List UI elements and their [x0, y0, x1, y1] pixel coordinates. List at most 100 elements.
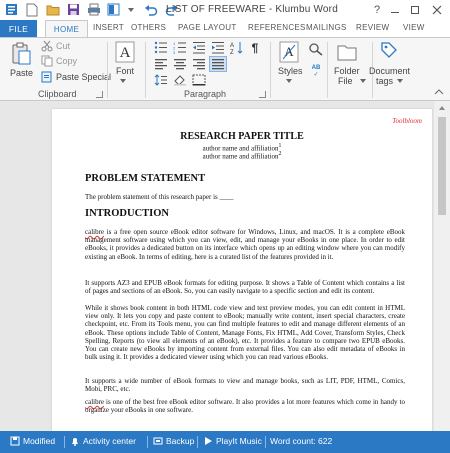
spelling-error[interactable]: calibre: [85, 398, 104, 406]
pilcrow-icon[interactable]: ¶: [249, 41, 261, 54]
align-center-icon[interactable]: [173, 58, 187, 70]
justify-icon[interactable]: [209, 56, 227, 72]
paragraph-group-label: Paragraph: [184, 89, 227, 99]
scroll-thumb[interactable]: [438, 117, 446, 215]
ribbon-divider: [327, 42, 328, 98]
scroll-up-icon[interactable]: [438, 105, 446, 111]
svg-text:✓: ✓: [313, 72, 318, 78]
document-tags-button[interactable]: Document: [369, 66, 410, 76]
copy-icon[interactable]: [41, 55, 53, 67]
document-tags-sub-label: tags: [376, 76, 394, 86]
paste-special-button[interactable]: Paste Special: [56, 72, 111, 82]
folder-icon[interactable]: [337, 42, 357, 62]
maximize-icon[interactable]: [408, 3, 422, 17]
introduction-heading: INTRODUCTION: [85, 208, 170, 219]
problem-heading: PROBLEM STATEMENT: [85, 173, 206, 184]
bullet-list-icon[interactable]: [154, 41, 168, 54]
paste-special-icon[interactable]: [41, 71, 53, 83]
intro-paragraph-1: calibre is a free open source eBook edit…: [85, 228, 405, 261]
cut-button[interactable]: Cut: [56, 41, 70, 51]
intro-paragraph-5: calibre is one of the best free eBook ed…: [85, 398, 405, 415]
intro-paragraph-2: It supports AZ3 and EPUB eBook formats f…: [85, 279, 405, 296]
cut-icon[interactable]: [41, 40, 53, 52]
status-divider: [147, 436, 148, 448]
align-right-icon[interactable]: [192, 58, 206, 70]
numbered-list-icon[interactable]: 123: [173, 41, 187, 54]
tags-dropdown-icon[interactable]: [396, 78, 404, 84]
author-line-2: author name and affiliation2: [202, 151, 282, 161]
tab-home[interactable]: HOME: [45, 20, 88, 38]
svg-text:¶: ¶: [252, 41, 259, 54]
tag-icon[interactable]: [380, 41, 398, 59]
ribbon-home: Paste Cut Copy Paste Special Clipboard A…: [0, 37, 450, 101]
paragraph-launcher-icon[interactable]: [259, 91, 266, 98]
folder-dropdown-icon[interactable]: [359, 78, 367, 84]
svg-text:A: A: [230, 43, 234, 49]
problem-text: The problem statement of this research p…: [85, 193, 234, 201]
svg-text:Z: Z: [230, 50, 234, 54]
clipboard-launcher-icon[interactable]: [96, 91, 103, 98]
tab-insert[interactable]: INSERT: [93, 23, 124, 32]
shading-icon[interactable]: [173, 74, 187, 86]
tab-others[interactable]: OTHERS: [131, 23, 166, 32]
borders-icon[interactable]: [192, 74, 206, 86]
folder-button[interactable]: Folder: [334, 66, 360, 76]
svg-text:AB: AB: [312, 65, 321, 71]
document-page[interactable]: Toolbloom RESEARCH PAPER TITLE author na…: [52, 109, 432, 431]
status-bar: Modified Activity center Backup PlayIt M…: [0, 431, 450, 453]
copy-button[interactable]: Copy: [56, 56, 77, 66]
modified-status[interactable]: Modified: [10, 436, 55, 446]
styles-button[interactable]: Styles: [278, 66, 303, 76]
document-canvas[interactable]: Toolbloom RESEARCH PAPER TITLE author na…: [0, 101, 434, 431]
minimize-icon[interactable]: [388, 3, 402, 17]
styles-dropdown-icon[interactable]: [285, 78, 293, 84]
tab-review[interactable]: REVIEW: [356, 23, 389, 32]
intro-paragraph-3: While it shows book content in both HTML…: [85, 304, 405, 362]
svg-text:A: A: [120, 45, 131, 61]
help-icon[interactable]: ?: [370, 3, 384, 17]
decrease-indent-icon[interactable]: [192, 41, 206, 54]
backup-icon: [153, 437, 163, 445]
spelling-error[interactable]: calibre: [85, 228, 104, 236]
vertical-scrollbar[interactable]: [434, 101, 450, 431]
tab-view[interactable]: VIEW: [403, 23, 425, 32]
align-left-icon[interactable]: [154, 58, 168, 70]
tab-page-layout[interactable]: PAGE LAYOUT: [178, 23, 237, 32]
tab-references[interactable]: REFERENCES: [248, 23, 306, 32]
font-dropdown-icon[interactable]: [119, 78, 127, 84]
paste-icon[interactable]: [10, 41, 32, 67]
folder-sub-label: File: [338, 76, 353, 86]
find-replace-icon[interactable]: [308, 42, 324, 56]
spell-check-icon[interactable]: AB ✓: [308, 62, 324, 78]
ribbon-divider: [145, 42, 146, 98]
music-player[interactable]: PlayIt Music: [203, 436, 262, 446]
title-bar: LIST OF FREEWARE - Klumbu Word ?: [0, 0, 450, 20]
ribbon-tabs: FILE HOME INSERT OTHERS PAGE LAYOUT REFE…: [0, 20, 450, 38]
ribbon-divider: [270, 42, 271, 98]
watermark: Toolbloom: [392, 117, 422, 125]
increase-indent-icon[interactable]: [211, 41, 225, 54]
status-divider: [197, 436, 198, 448]
tab-file[interactable]: FILE: [0, 20, 37, 37]
activity-center[interactable]: Activity center: [70, 436, 136, 446]
line-spacing-icon[interactable]: [154, 74, 168, 86]
svg-text:3: 3: [173, 50, 176, 54]
bell-icon: [72, 438, 78, 446]
word-count[interactable]: Word count: 622: [270, 436, 332, 446]
status-divider: [265, 436, 266, 448]
sort-icon[interactable]: AZ: [230, 41, 244, 54]
collapse-ribbon-icon[interactable]: [434, 88, 444, 96]
play-icon: [205, 437, 212, 445]
paste-button[interactable]: Paste: [10, 68, 33, 78]
intro-paragraph-4: It supports a wide number of eBook forma…: [85, 377, 405, 394]
close-icon[interactable]: [430, 3, 444, 17]
tab-mailings[interactable]: MAILINGS: [306, 23, 347, 32]
ribbon-divider: [107, 42, 108, 98]
status-divider: [64, 436, 65, 448]
font-icon[interactable]: A: [115, 41, 135, 63]
save-icon: [10, 436, 20, 446]
styles-icon[interactable]: A: [279, 41, 299, 63]
font-button[interactable]: Font: [116, 66, 134, 76]
clipboard-group-label: Clipboard: [38, 89, 77, 99]
backup-status[interactable]: Backup: [153, 436, 194, 446]
